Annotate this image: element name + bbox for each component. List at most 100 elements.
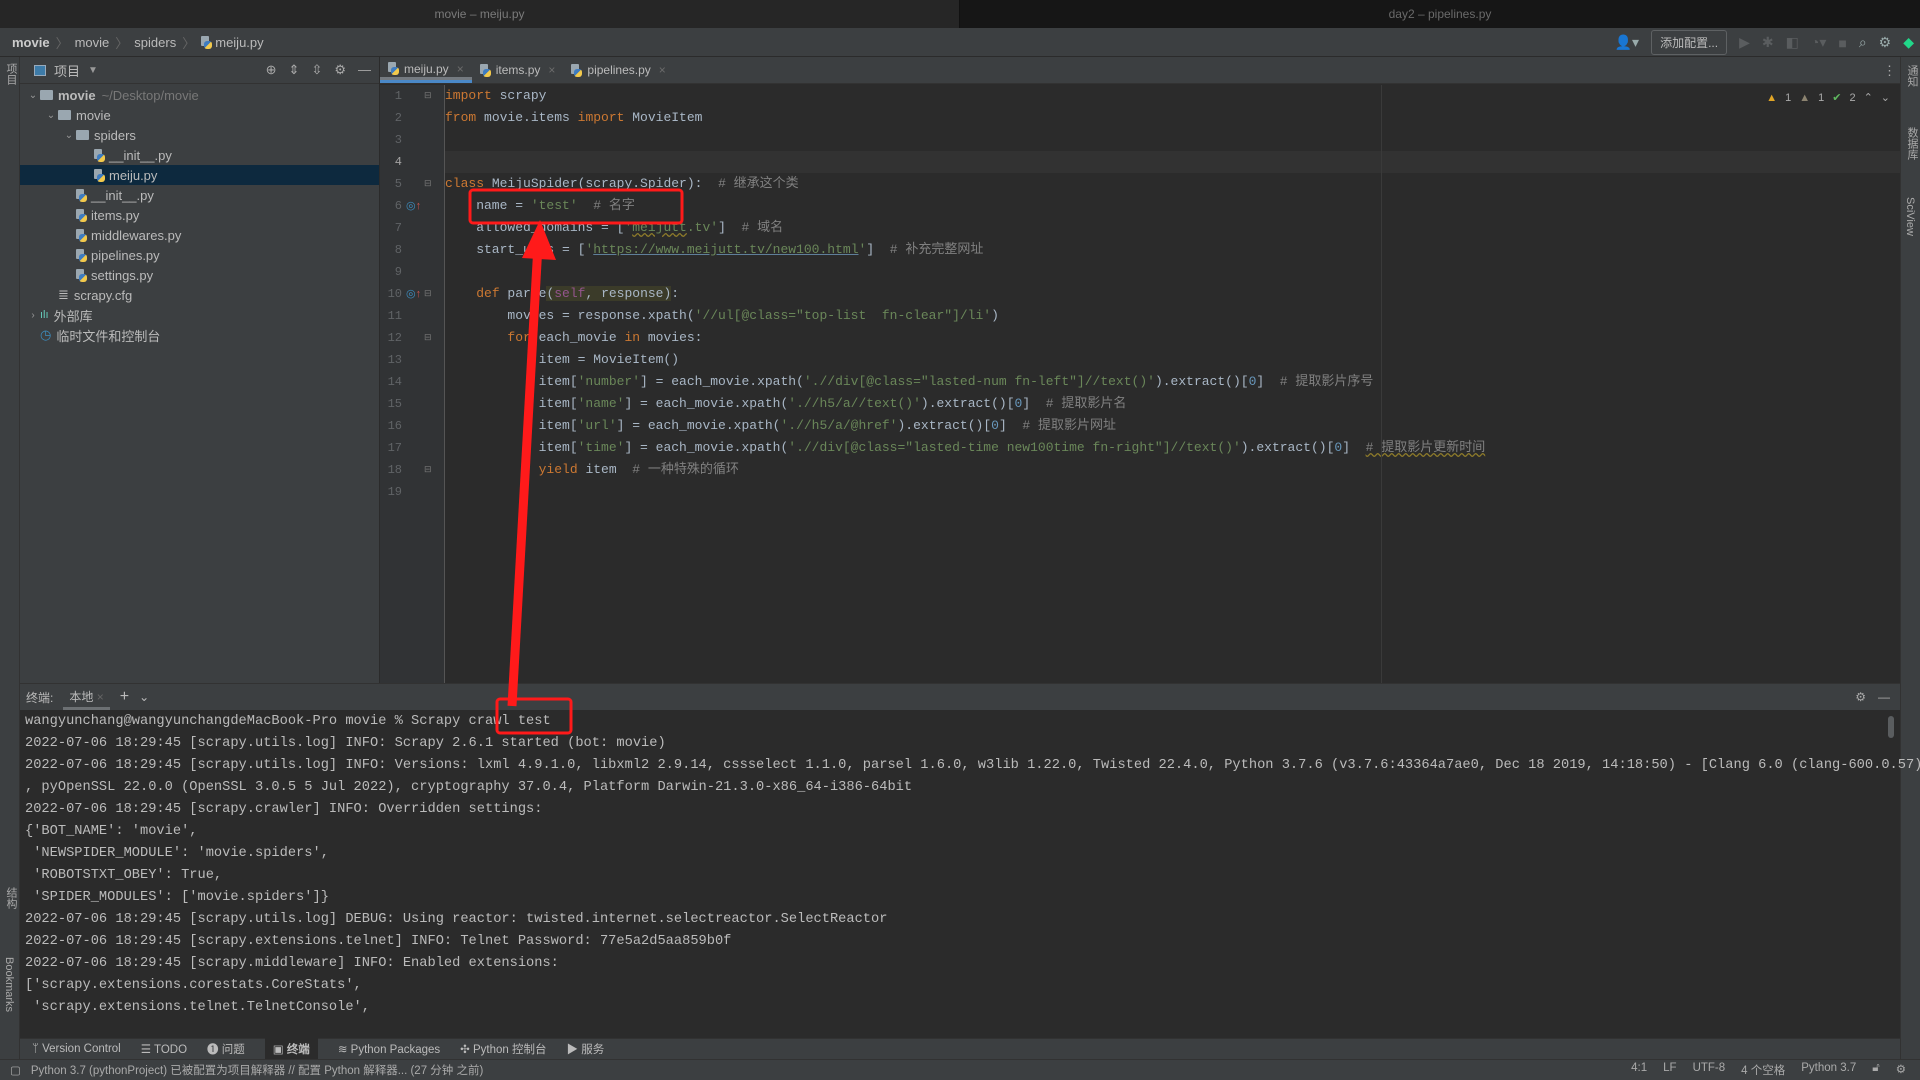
collapse-all-icon[interactable]: ⇳ [311, 62, 322, 78]
add-configuration-button[interactable]: 添加配置... [1651, 30, 1728, 55]
new-tab-icon[interactable]: + [120, 688, 129, 706]
breadcrumb-file[interactable]: meiju.py [201, 35, 264, 50]
stripe-sciview[interactable]: SciView [1904, 197, 1916, 236]
fold-marker-icon[interactable]: ⊟ [424, 90, 432, 101]
toggle-tool-windows-icon[interactable]: ▢ [10, 1063, 21, 1077]
code-token: start_urls = [ [445, 242, 586, 257]
tree-item[interactable]: ⌄ movie [20, 105, 379, 125]
chevron-down-icon[interactable]: ⌄ [139, 690, 149, 704]
fold-marker-icon[interactable]: ⊟ [424, 288, 432, 299]
tree-item[interactable]: settings.py [20, 265, 379, 285]
previous-highlight-icon[interactable]: ⌃ [1864, 91, 1873, 104]
lock-icon[interactable]: 🔓︎ [1872, 1062, 1879, 1078]
profile-icon[interactable]: ◔▾ [1811, 34, 1826, 51]
gear-icon[interactable]: ⚙ [334, 62, 346, 78]
fold-marker-icon[interactable]: ⊟ [424, 332, 432, 343]
tool-window-问题[interactable]: ❶ 问题 [207, 1041, 245, 1057]
python-file-icon [76, 268, 87, 282]
more-options-icon[interactable]: ⋮ [1883, 63, 1896, 79]
chevron-right-icon[interactable]: › [26, 310, 40, 321]
close-icon[interactable]: × [548, 63, 555, 77]
search-icon[interactable]: ⌕ [1859, 34, 1867, 51]
tool-window-label: Python 控制台 [473, 1044, 547, 1056]
debug-icon[interactable]: ✱ [1762, 34, 1774, 51]
gear-icon[interactable]: ⚙ [1855, 690, 1866, 704]
project-panel-title[interactable]: 项目 [54, 61, 80, 80]
coverage-icon[interactable]: ◧ [1786, 34, 1799, 51]
terminal-tab-local[interactable]: 本地 × [63, 684, 110, 710]
python-file-icon [76, 188, 87, 202]
expand-all-icon[interactable]: ⇕ [289, 62, 300, 78]
close-icon[interactable]: × [97, 690, 104, 704]
chevron-down-icon[interactable]: ⌄ [44, 110, 58, 121]
stripe-project[interactable]: 项目 [3, 63, 19, 85]
breadcrumb-project[interactable]: movie [12, 35, 50, 50]
stop-icon[interactable]: ■ [1838, 35, 1846, 51]
tool-window-python-packages[interactable]: ≋ Python Packages [338, 1042, 440, 1056]
chevron-down-icon[interactable]: ⌄ [26, 90, 40, 101]
hide-icon[interactable]: — [358, 62, 371, 78]
line-number: 3 [394, 133, 402, 147]
editor-tab[interactable]: meiju.py × [380, 57, 472, 83]
window-tab-day2[interactable]: day2 – pipelines.py [960, 0, 1920, 28]
code-area[interactable]: import scrapy from movie.items import Mov… [445, 85, 1900, 683]
chevron-down-icon[interactable]: ⌄ [62, 130, 76, 141]
editor-tab[interactable]: items.py × [472, 57, 564, 83]
line-number: 13 [387, 353, 402, 367]
tree-item[interactable]: __init__.py [20, 185, 379, 205]
tool-window-todo[interactable]: ☰ TODO [141, 1042, 187, 1056]
code-line: item['url'] = each_movie.xpath('.//h5/a/… [445, 415, 1900, 437]
tree-item[interactable]: __init__.py [20, 145, 379, 165]
inspection-profile-icon[interactable]: ⚙ [1896, 1062, 1906, 1078]
package-icon [58, 110, 71, 120]
inspection-widget[interactable]: ▲ 1 ▲ 1 ✔ 2 ⌃ ⌄ [1766, 91, 1890, 105]
close-icon[interactable]: × [659, 63, 666, 77]
fold-marker-icon[interactable]: ⊟ [424, 464, 432, 475]
indent-setting[interactable]: 4 个空格 [1741, 1062, 1785, 1078]
line-separator[interactable]: LF [1663, 1062, 1676, 1078]
tree-item[interactable]: meiju.py [20, 165, 379, 185]
stripe-database[interactable]: 数据库 [1904, 127, 1920, 160]
tree-item-label: 临时文件和控制台 [56, 328, 161, 344]
account-icon[interactable]: 👤▾ [1615, 34, 1639, 51]
interpreter[interactable]: Python 3.7 [1801, 1062, 1856, 1078]
override-marker-icon[interactable]: ◎↑ [406, 199, 421, 212]
editor-tab[interactable]: pipelines.py × [563, 57, 673, 83]
tree-item[interactable]: ◷ 临时文件和控制台 [20, 325, 379, 345]
tree-item[interactable]: › ılı 外部库 [20, 305, 379, 325]
tree-item[interactable]: middlewares.py [20, 225, 379, 245]
tool-window-version-control[interactable]: ᛘ Version Control [32, 1043, 121, 1055]
tree-item-label: movie [76, 107, 111, 123]
pycharm-logo-icon[interactable]: ◆ [1903, 34, 1914, 51]
next-highlight-icon[interactable]: ⌄ [1881, 91, 1890, 104]
status-message[interactable]: Python 3.7 (pythonProject) 已被配置为项目解释器 //… [31, 1062, 483, 1078]
window-tab-movie[interactable]: movie – meiju.py [0, 0, 960, 28]
tree-item[interactable]: items.py [20, 205, 379, 225]
code-line: item['name'] = each_movie.xpath('.//h5/a… [445, 393, 1900, 415]
terminal-scrollbar[interactable] [1888, 716, 1894, 738]
chevron-down-icon[interactable]: ▼ [88, 65, 98, 76]
stripe-structure[interactable]: 结构 [3, 887, 19, 909]
terminal-icon: ▣ [272, 1044, 287, 1056]
fold-marker-icon[interactable]: ⊟ [424, 178, 432, 189]
stripe-bookmarks[interactable]: Bookmarks [3, 957, 15, 1012]
close-icon[interactable]: × [457, 62, 464, 76]
run-icon[interactable]: ▶ [1739, 34, 1750, 51]
breadcrumb-package[interactable]: movie [75, 35, 110, 50]
tool-window-python-控制台[interactable]: ✣ Python 控制台 [460, 1041, 546, 1057]
tree-item[interactable]: ≣ scrapy.cfg [20, 285, 379, 305]
hide-icon[interactable]: — [1878, 690, 1890, 704]
override-marker-icon[interactable]: ◎↑ [406, 287, 421, 300]
tree-item[interactable]: pipelines.py [20, 245, 379, 265]
gear-icon[interactable]: ⚙ [1879, 34, 1892, 51]
tree-item[interactable]: ⌄ spiders [20, 125, 379, 145]
tree-item[interactable]: ⌄ movie ~/Desktop/movie [20, 85, 379, 105]
tool-window-终端[interactable]: ▣ 终端 [264, 1038, 318, 1060]
breadcrumb-spiders[interactable]: spiders [134, 35, 176, 50]
locate-icon[interactable]: ⊕ [266, 62, 277, 78]
caret-position[interactable]: 4:1 [1631, 1062, 1647, 1078]
file-encoding[interactable]: UTF-8 [1693, 1062, 1726, 1078]
tool-window-服务[interactable]: ▶ 服务 [567, 1041, 605, 1057]
stripe-notifications[interactable]: 通知 [1904, 65, 1920, 87]
